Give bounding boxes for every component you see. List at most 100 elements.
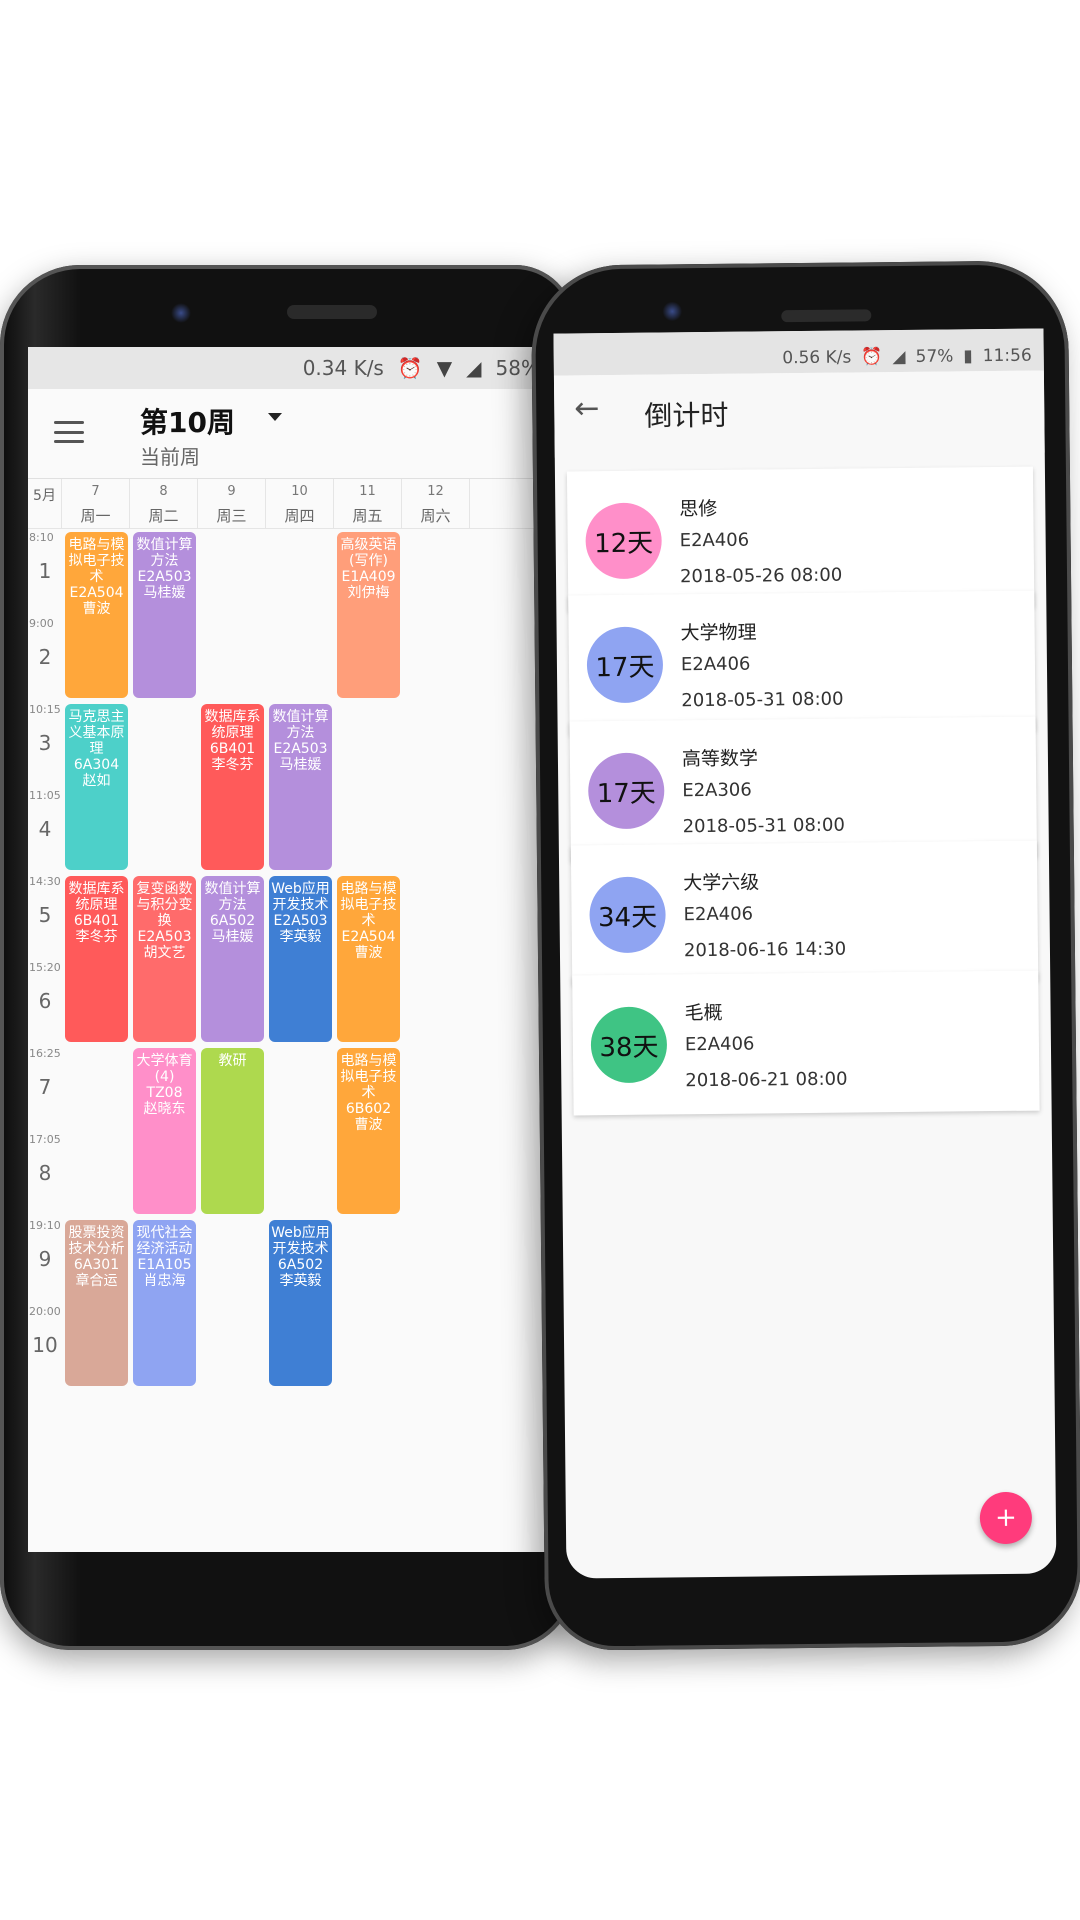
countdown-phone: 0.56 K/s ⏰ ◢ 57% ▮ 11:56 ← 倒计时 12天 思修 E2A4… <box>530 260 1080 1651</box>
day-header: 5月 7 周一 8 周二 9 周三 10 周四 11 周五 12 周六 <box>28 479 550 529</box>
front-camera <box>171 303 191 323</box>
course-block[interactable]: 高级英语(写作) E1A409 刘伊梅 <box>337 532 400 698</box>
day-header-cell: 10 周四 <box>266 479 334 529</box>
slot-start-time: 16:25 <box>29 1047 61 1060</box>
day-weekday: 周二 <box>148 507 179 525</box>
menu-icon[interactable] <box>54 421 84 443</box>
course-block[interactable]: 大学体育(4) TZ08 赵晓东 <box>133 1048 196 1214</box>
countdown-card[interactable]: 17天 大学物理 E2A406 2018-05-31 08:00 <box>568 590 1036 736</box>
course-block[interactable]: 数值计算方法 E2A503 马桂媛 <box>133 532 196 698</box>
app-bar: ← 倒计时 <box>553 370 1045 458</box>
slot-start-time: 20:00 <box>29 1305 61 1318</box>
exam-name: 高等数学 <box>681 747 759 771</box>
slot-start-time: 11:05 <box>29 789 61 802</box>
countdown-card[interactable]: 34天 大学六级 E2A406 2018-06-16 14:30 <box>570 840 1039 986</box>
countdown-card[interactable]: 38天 毛概 E2A406 2018-06-21 08:00 <box>572 970 1040 1116</box>
slot-start-time: 9:00 <box>29 617 54 630</box>
course-block[interactable]: 股票投资技术分析 6A301 章合运 <box>65 1220 128 1386</box>
exam-name: 思修 <box>679 497 718 521</box>
schedule-phone: 0.34 K/s ⏰ ▼ ◢ 58% 第10周 当前周 5月 7 周一 8 周二 9 周三… <box>0 265 575 1650</box>
slot-start-time: 19:10 <box>29 1219 61 1232</box>
timetable-grid: 8:10 1 9:00 2 10:15 3 11:05 4 14:30 5 15:20 6 16:25 7… <box>28 529 550 1552</box>
slot-number: 3 <box>38 731 52 755</box>
days-remaining-badge: 17天 <box>586 626 664 704</box>
slot-start-time: 14:30 <box>29 875 61 888</box>
day-header-cell: 12 周六 <box>402 479 470 529</box>
course-block[interactable]: Web应用开发技术 6A502 李英毅 <box>269 1220 332 1386</box>
exam-room: E2A406 <box>679 529 750 552</box>
exam-time: 2018-06-16 14:30 <box>683 938 847 962</box>
day-date: 10 <box>291 484 308 499</box>
course-block[interactable]: 数据库系统原理 6B401 李冬芬 <box>65 876 128 1042</box>
exam-name: 大学六级 <box>683 871 760 895</box>
network-speed: 0.56 K/s <box>782 347 852 369</box>
schedule-screen: 0.34 K/s ⏰ ▼ ◢ 58% 第10周 当前周 5月 7 周一 8 周二 9 周三… <box>28 347 550 1552</box>
exam-name: 毛概 <box>684 1001 723 1025</box>
slot-number: 7 <box>38 1075 52 1099</box>
countdown-screen: 0.56 K/s ⏰ ◢ 57% ▮ 11:56 ← 倒计时 12天 思修 E2A4… <box>553 328 1057 1579</box>
course-block[interactable]: 电路与模拟电子技术 6B602 曹波 <box>337 1048 400 1214</box>
week-subtitle: 当前周 <box>140 445 200 469</box>
app-bar: 第10周 当前周 <box>28 389 550 479</box>
course-block[interactable]: 复变函数与积分变换 E2A503 胡文艺 <box>133 876 196 1042</box>
back-arrow-icon[interactable]: ← <box>574 391 600 426</box>
alarm-icon: ⏰ <box>861 347 883 368</box>
course-block[interactable]: Web应用开发技术 E2A503 李英毅 <box>269 876 332 1042</box>
exam-room: E2A406 <box>680 653 751 676</box>
status-bar: 0.56 K/s ⏰ ◢ 57% ▮ 11:56 <box>553 328 1044 376</box>
slot-number: 2 <box>38 645 52 669</box>
course-block[interactable]: 数据库系统原理 6B401 李冬芬 <box>201 704 264 870</box>
exam-room: E2A306 <box>682 779 752 802</box>
day-weekday: 周五 <box>352 507 383 525</box>
course-block[interactable]: 马克思主义基本原理 6A304 赵如 <box>65 704 128 870</box>
slot-start-time: 15:20 <box>29 961 61 974</box>
slot-number: 1 <box>38 559 52 583</box>
earpiece-speaker <box>781 309 872 323</box>
slot-number: 4 <box>38 817 52 841</box>
days-remaining-badge: 34天 <box>589 876 666 954</box>
day-date: 7 <box>91 484 100 499</box>
month-label: 5月 <box>28 479 62 529</box>
course-block[interactable]: 教研 <box>201 1048 264 1214</box>
alarm-icon: ⏰ <box>397 356 423 380</box>
course-block[interactable]: 现代社会经济活动 E1A105 肖忠海 <box>133 1220 196 1386</box>
slot-number: 8 <box>38 1161 52 1185</box>
slot-start-time: 8:10 <box>29 531 54 544</box>
day-weekday: 周四 <box>284 507 315 525</box>
course-block[interactable]: 电路与模拟电子技术 E2A504 曹波 <box>65 532 128 698</box>
countdown-card[interactable]: 17天 高等数学 E2A306 2018-05-31 08:00 <box>569 716 1037 862</box>
days-remaining-badge: 12天 <box>585 502 663 580</box>
status-bar: 0.34 K/s ⏰ ▼ ◢ 58% <box>28 347 550 389</box>
battery-icon: ▮ <box>963 346 973 367</box>
slot-number: 5 <box>38 903 52 927</box>
wifi-icon: ▼ <box>436 356 453 380</box>
day-weekday: 周一 <box>80 507 111 525</box>
days-remaining-badge: 17天 <box>587 752 665 830</box>
course-block[interactable]: 数值计算方法 6A502 马桂媛 <box>201 876 264 1042</box>
exam-time: 2018-05-26 08:00 <box>679 564 843 588</box>
time-column: 8:10 1 9:00 2 10:15 3 11:05 4 14:30 5 15:20 6 16:25 7… <box>28 529 62 1552</box>
page-title: 倒计时 <box>644 398 729 433</box>
slot-number: 6 <box>38 989 52 1013</box>
course-block[interactable]: 电路与模拟电子技术 E2A504 曹波 <box>337 876 400 1042</box>
day-date: 8 <box>159 484 168 499</box>
battery-level: 57% <box>915 346 954 367</box>
day-header-cell: 11 周五 <box>334 479 402 529</box>
day-date: 12 <box>427 484 444 499</box>
slot-start-time: 17:05 <box>29 1133 61 1146</box>
exam-time: 2018-05-31 08:00 <box>681 688 844 712</box>
countdown-card[interactable]: 12天 思修 E2A406 2018-05-26 08:00 <box>566 466 1035 612</box>
add-countdown-button[interactable]: + <box>979 1491 1033 1545</box>
day-date: 9 <box>227 484 236 499</box>
course-block[interactable]: 数值计算方法 E2A503 马桂媛 <box>269 704 332 870</box>
dropdown-caret-icon[interactable] <box>268 413 282 421</box>
day-header-cell: 7 周一 <box>62 479 130 529</box>
days-remaining-badge: 38天 <box>590 1006 668 1084</box>
earpiece-speaker <box>287 305 377 319</box>
clock: 11:56 <box>982 345 1032 367</box>
slot-number: 9 <box>38 1247 52 1271</box>
week-selector[interactable]: 第10周 <box>140 401 235 441</box>
exam-room: E2A406 <box>683 903 754 926</box>
day-header-cell: 8 周二 <box>130 479 198 529</box>
exam-room: E2A406 <box>684 1033 755 1056</box>
